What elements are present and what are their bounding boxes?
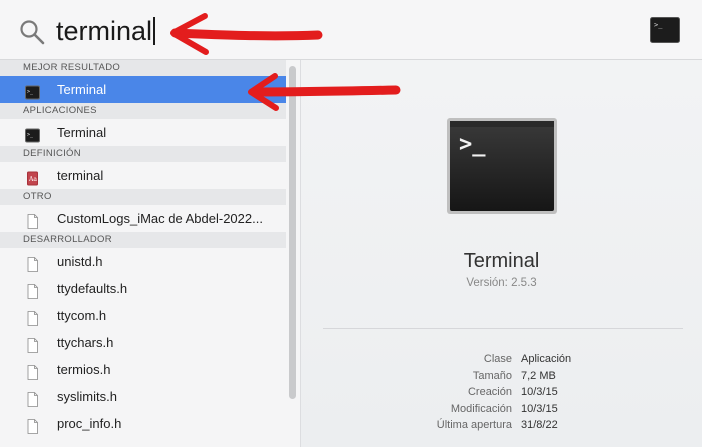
document-icon	[25, 254, 40, 272]
spotlight-window: terminal >_ MEJOR RESULTADO >_ Terminal APL…	[0, 0, 702, 447]
result-item[interactable]: Aa terminal	[0, 162, 286, 189]
terminal-app-icon: >_	[25, 82, 40, 100]
svg-text:Aa: Aa	[28, 176, 37, 183]
detail-row: Clase Aplicación	[301, 351, 702, 368]
result-item[interactable]: ttychars.h	[0, 329, 286, 356]
result-item-label: Terminal	[57, 125, 107, 140]
detail-label: Modificación	[450, 402, 512, 415]
result-item[interactable]: >_ Terminal	[0, 119, 286, 146]
result-item-label: unistd.h	[57, 254, 103, 269]
preview-divider	[323, 328, 683, 329]
detail-row: Tamaño 7,2 MB	[301, 368, 702, 385]
result-item[interactable]: >_ Terminal	[0, 76, 286, 103]
text-caret	[153, 17, 156, 45]
result-item[interactable]: ttycom.h	[0, 302, 286, 329]
result-item-label: syslimits.h	[57, 389, 117, 404]
detail-row: Creación 10/3/15	[301, 384, 702, 401]
preview-pane: >_ Terminal Versión: 2.5.3 Clase Aplicaci…	[301, 60, 702, 447]
result-item[interactable]: unistd.h	[0, 248, 286, 275]
result-item[interactable]: ttydefaults.h	[0, 275, 286, 302]
detail-label: Clase	[483, 353, 512, 365]
svg-text:>_: >_	[654, 21, 663, 29]
detail-value: Aplicación	[521, 353, 572, 365]
search-input[interactable]: terminal	[56, 14, 156, 48]
detail-label: Tamaño	[472, 369, 512, 382]
svg-text:>_: >_	[459, 132, 486, 157]
result-item-label: ttycom.h	[57, 308, 107, 323]
terminal-app-icon: >_	[25, 125, 40, 143]
section-header: APLICACIONES	[0, 103, 286, 119]
detail-label: Creación	[467, 386, 512, 398]
document-icon	[25, 281, 40, 299]
svg-text:>_: >_	[27, 132, 34, 138]
magnifier-icon	[20, 20, 45, 45]
section-header: DEFINICIÓN	[0, 146, 286, 162]
result-item-label: proc_info.h	[57, 416, 122, 431]
result-item-label: ttychars.h	[57, 335, 114, 350]
detail-value: 10/3/15	[521, 386, 558, 398]
detail-label: Última apertura	[436, 419, 512, 431]
results-scrollbar[interactable]	[289, 66, 296, 399]
document-icon	[25, 211, 40, 229]
svg-text:>_: >_	[27, 89, 34, 95]
terminal-app-icon[interactable]: >_	[650, 17, 680, 43]
app-version: Versión: 2.5.3	[466, 277, 537, 289]
result-item-label: CustomLogs_iMac de Abdel-2022...	[57, 211, 263, 226]
result-item[interactable]: proc_info.h	[0, 410, 286, 437]
section-header: OTRO	[0, 189, 286, 205]
result-item[interactable]: syslimits.h	[0, 383, 286, 410]
section-header: MEJOR RESULTADO	[0, 60, 286, 76]
section-header: DESARROLLADOR	[0, 232, 286, 248]
detail-value: 7,2 MB	[521, 369, 556, 382]
search-bar: terminal >_	[0, 0, 702, 60]
result-item[interactable]: termios.h	[0, 356, 286, 383]
result-item-label: termios.h	[57, 362, 111, 377]
result-item-label: ttydefaults.h	[57, 281, 128, 296]
search-query: terminal	[56, 16, 153, 46]
document-icon	[25, 308, 40, 326]
document-icon	[25, 335, 40, 353]
app-details: Clase Aplicación Tamaño 7,2 MB Creación 10/3/…	[301, 351, 702, 434]
document-icon	[25, 362, 40, 380]
detail-value: 31/8/22	[521, 419, 558, 431]
results-list: MEJOR RESULTADO >_ Terminal APLICACIONES >_ T…	[0, 60, 300, 447]
detail-row: Última apertura 31/8/22	[301, 417, 702, 434]
detail-row: Modificación 10/3/15	[301, 401, 702, 418]
result-item[interactable]: CustomLogs_iMac de Abdel-2022...	[0, 205, 286, 232]
app-name: Terminal	[463, 250, 540, 272]
detail-value: 10/3/15	[521, 402, 558, 415]
terminal-large-icon: >_	[447, 118, 557, 214]
result-item-label: Terminal	[57, 82, 107, 97]
document-icon	[25, 416, 40, 434]
dictionary-icon: Aa	[25, 168, 40, 186]
document-icon	[25, 389, 40, 407]
result-item-label: terminal	[57, 168, 104, 183]
